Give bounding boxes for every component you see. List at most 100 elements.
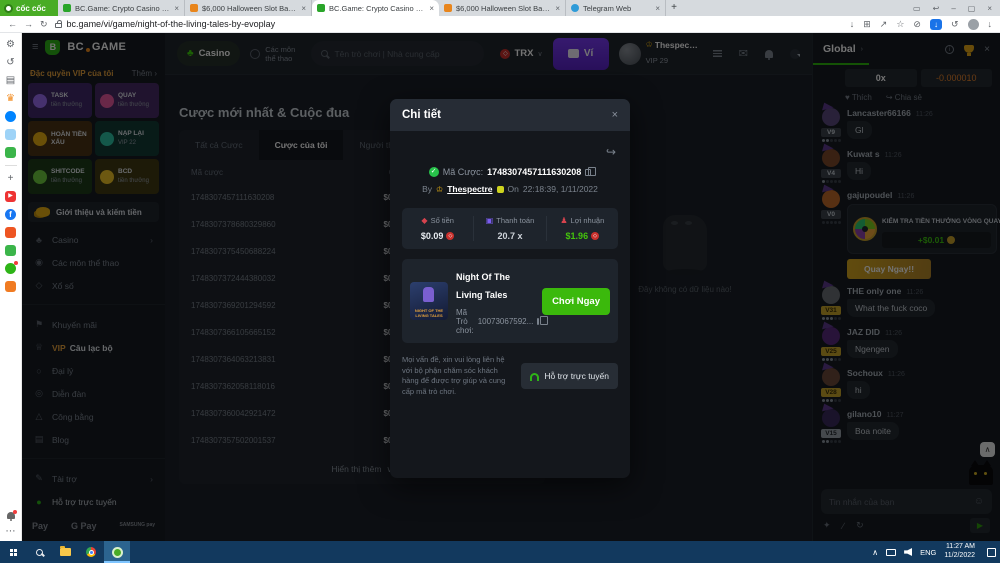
messenger-icon[interactable] (5, 111, 16, 122)
stat-amount: ◆Số tiền $0.09 (402, 216, 473, 241)
notification-dot (14, 261, 18, 265)
trx-coin-icon (591, 232, 599, 240)
modal-header: Chi tiết × (390, 99, 630, 131)
news-feed-icon[interactable]: ▤ (5, 75, 16, 86)
settings-gear-icon[interactable]: ⚙ (5, 39, 16, 50)
player-link[interactable]: Thespectre (447, 184, 492, 194)
notifications-bell-icon[interactable] (7, 512, 15, 519)
file-explorer-button[interactable] (52, 541, 78, 563)
live-support-button[interactable]: Hỗ trợ trực tuyến (521, 363, 618, 389)
ad-blocker-icon[interactable]: ⊘ (913, 19, 921, 30)
action-center-icon[interactable] (987, 548, 996, 557)
modal-title: Chi tiết (402, 109, 441, 121)
taskbar-clock[interactable]: 11:27 AM 11/2/2022 (944, 543, 975, 561)
chat-app-icon[interactable] (5, 263, 16, 274)
tab-close-icon[interactable]: × (555, 4, 560, 13)
add-app-icon[interactable]: + (5, 173, 16, 184)
hot-crown-icon[interactable]: ♛ (5, 93, 16, 104)
share-bet-icon[interactable]: ↪ (606, 145, 616, 159)
trx-coin-icon (446, 232, 454, 240)
back-icon[interactable]: ← (8, 19, 17, 29)
support-note-row: Mọi vấn đề, xin vui lòng liên hệ với bộ … (402, 355, 618, 397)
bcgame-favicon (63, 4, 71, 12)
downloads-icon[interactable]: ↓ (988, 19, 993, 29)
sync-icon[interactable]: ↺ (951, 19, 959, 30)
bet-details-modal: Chi tiết × ↪ ✓ Mã Cược: 1748307457111630… (390, 99, 630, 478)
language-indicator[interactable]: ENG (920, 548, 936, 557)
browser-tab-3-active[interactable]: BC.Game: Crypto Casino Gan × (312, 0, 439, 16)
video-app-icon[interactable] (5, 129, 16, 140)
play-now-button[interactable]: Chơi Ngay (542, 288, 610, 315)
copy-icon[interactable] (537, 318, 539, 325)
browser-tab-1[interactable]: BC.Game: Crypto Casino Gan × (58, 0, 185, 16)
notification-dot (13, 510, 17, 514)
browser-tab-2[interactable]: $6,000 Halloween Slot Battle × (185, 0, 312, 16)
support-note: Mọi vấn đề, xin vui lòng liên hệ với bộ … (402, 355, 513, 397)
youtube-icon[interactable]: ▶ (5, 191, 16, 202)
url-box[interactable]: bc.game/vi/game/night-of-the-living-tale… (55, 19, 843, 29)
bookmark-star-icon[interactable]: ☆ (896, 19, 904, 30)
volume-icon[interactable] (904, 548, 912, 556)
page: ⚙ ↺ ▤ ♛ + ▶ f ⋯ ≡ B (0, 33, 1000, 541)
game-card: NIGHT OF THE LIVING TALES Night Of The L… (402, 259, 618, 343)
cart-app-icon[interactable] (5, 281, 16, 292)
bcgame-app: ≡ B BC GAME Đặc quyền VIP của tôi Thêm › (22, 33, 1000, 541)
history-icon[interactable]: ↺ (5, 57, 16, 68)
game-id-row: Mã Trò chơi: 10073067592... (456, 308, 534, 335)
tab-close-icon[interactable]: × (301, 4, 306, 13)
reload-icon[interactable]: ↻ (40, 19, 48, 30)
tab-close-icon[interactable]: × (429, 4, 434, 13)
bet-stats: ◆Số tiền $0.09 ▣Thanh toán 20.7 x ♟Lợi n… (402, 208, 618, 249)
translate-icon[interactable]: ⊞ (863, 19, 871, 30)
new-tab-button[interactable]: + (666, 0, 682, 16)
recent-tabs-icon[interactable]: ↩ (933, 4, 940, 13)
tab-close-icon[interactable]: × (655, 4, 660, 13)
close-button[interactable]: × (987, 4, 992, 13)
windows-taskbar: ∧ ENG 11:27 AM 11/2/2022 (0, 541, 1000, 563)
coccoc-taskbar-button[interactable] (104, 541, 130, 563)
coccoc-brand-label: cốc cốc (16, 4, 46, 13)
profile-avatar-icon[interactable] (968, 19, 979, 30)
shop-app-icon[interactable] (5, 227, 16, 238)
bet-datetime: 22:18:39, 1/11/2022 (523, 184, 598, 194)
bet-id-value: 1748307457111630208 (487, 167, 581, 177)
maximize-button[interactable]: ▢ (968, 4, 976, 13)
forward-icon[interactable]: → (24, 19, 33, 29)
crown-icon: ♔ (436, 185, 443, 194)
copy-icon[interactable] (585, 169, 591, 176)
gift-app-icon[interactable] (5, 245, 16, 256)
save-page-icon[interactable]: ↓ (850, 19, 855, 29)
game-thumbnail[interactable]: NIGHT OF THE LIVING TALES (410, 282, 448, 320)
windows-logo-icon (10, 549, 13, 552)
chrome-button[interactable] (78, 541, 104, 563)
start-button[interactable] (0, 541, 26, 563)
tab-close-icon[interactable]: × (174, 4, 179, 13)
facebook-icon[interactable]: f (5, 209, 16, 220)
lock-icon (55, 23, 62, 28)
network-display-icon[interactable] (886, 549, 896, 556)
amount-icon: ◆ (421, 216, 427, 225)
stat-payout: ▣Thanh toán 20.7 x (473, 216, 545, 241)
modal-close-icon[interactable]: × (612, 109, 618, 121)
browser-tab-bar: cốc cốc BC.Game: Crypto Casino Gan × $6,… (0, 0, 1000, 16)
address-bar-actions: ↓ ⊞ ↗ ☆ ⊘ ↓ ↺ ↓ (850, 19, 992, 30)
game-title: Night Of The Living Tales (456, 272, 510, 300)
chrome-icon (86, 547, 96, 557)
browser-tab-4[interactable]: $6,000 Halloween Slot Battle × (439, 0, 566, 16)
url-text[interactable]: bc.game/vi/game/night-of-the-living-tale… (67, 19, 276, 29)
halloween-favicon (444, 4, 452, 12)
window-controls: ▭ ↩ – ▢ × (905, 0, 1000, 16)
tray-expand-icon[interactable]: ∧ (872, 548, 878, 557)
games-controller-icon[interactable] (5, 147, 16, 158)
taskbar-search-button[interactable] (26, 541, 52, 563)
tab-search-icon[interactable]: ▭ (913, 4, 921, 13)
coccoc-brand-button[interactable]: cốc cốc (0, 0, 58, 16)
download-manager-icon[interactable]: ↓ (930, 19, 942, 30)
bet-id-row: ✓ Mã Cược: 1748307457111630208 (390, 167, 630, 177)
browser-tab-5[interactable]: Telegram Web × (566, 0, 666, 16)
more-options-icon[interactable]: ⋯ (5, 526, 16, 537)
share-icon[interactable]: ↗ (880, 19, 888, 30)
folder-icon (60, 548, 71, 556)
payout-icon: ▣ (486, 216, 494, 225)
minimize-button[interactable]: – (951, 4, 955, 13)
